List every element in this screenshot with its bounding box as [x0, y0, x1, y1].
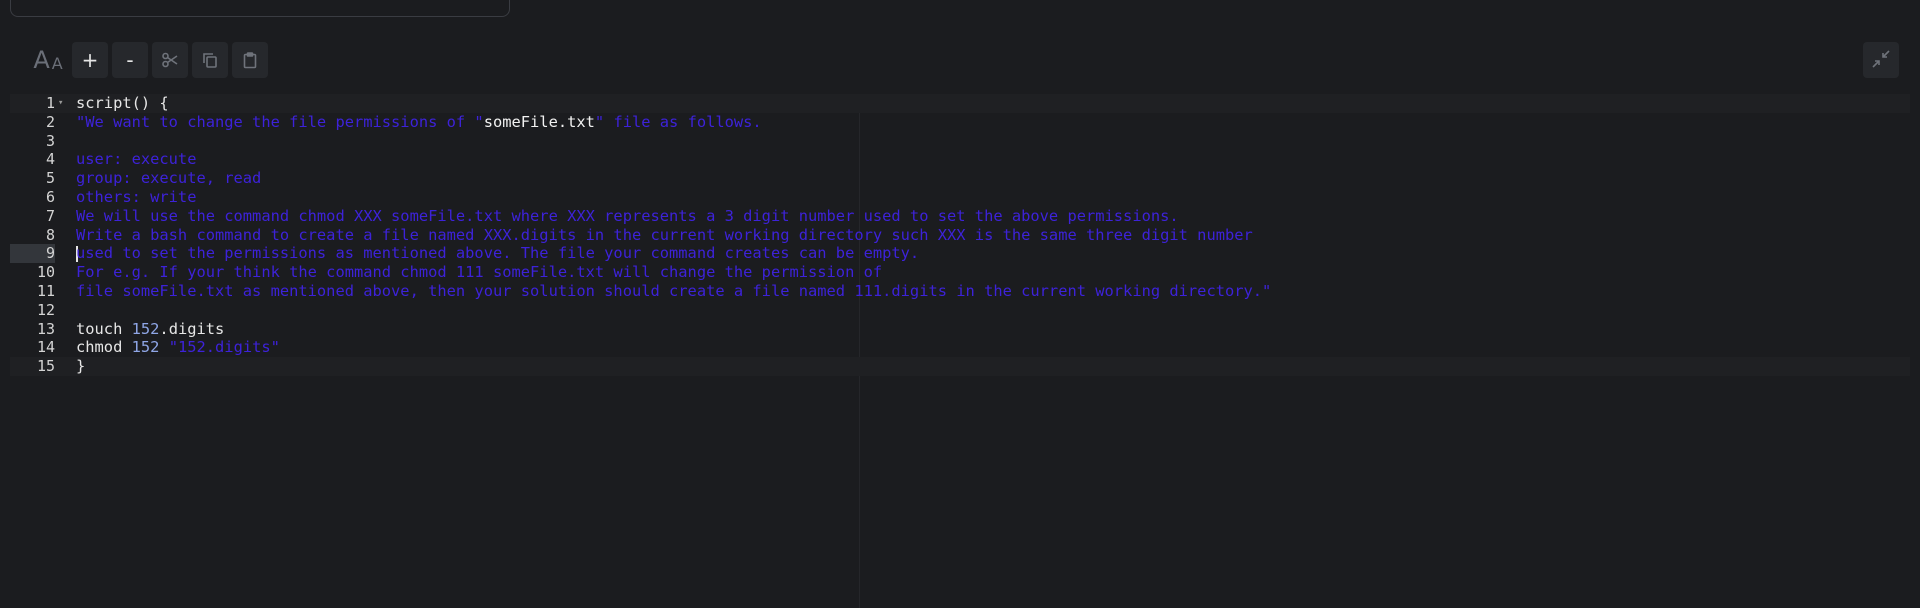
line-number: 14	[36, 338, 55, 357]
scissors-icon	[161, 51, 179, 69]
line-number: 9	[10, 244, 55, 264]
code-line[interactable]: 14 chmod 152 "152.digits"	[10, 338, 1910, 357]
line-number: 6	[45, 187, 55, 206]
code-token: 152	[131, 338, 160, 357]
code-text: touch 152.digits	[76, 320, 224, 339]
code-token: " file as follows.	[594, 112, 762, 131]
code-token: 152	[131, 319, 160, 338]
collapse-icon	[1870, 48, 1892, 73]
code-text: }	[76, 357, 85, 376]
paste-button[interactable]	[232, 42, 268, 78]
line-number: 2	[45, 112, 55, 131]
code-token: user: execute	[76, 150, 197, 169]
code-line[interactable]: 10 For e.g. If your think the command chm…	[10, 263, 1910, 282]
clipboard-icon	[241, 51, 259, 69]
code-text: used to set the permissions as mentioned…	[76, 244, 919, 263]
line-number: 5	[45, 169, 55, 188]
code-token: .digits	[159, 319, 225, 338]
code-line[interactable]: 13 touch 152.digits	[10, 320, 1910, 339]
line-number: 15	[36, 357, 55, 376]
line-number: 11	[36, 281, 55, 300]
code-text: "We want to change the file permissions …	[76, 113, 762, 132]
code-line[interactable]: 11 file someFile.txt as mentioned above, …	[10, 282, 1910, 301]
code-token: touch	[76, 319, 132, 338]
increase-font-button[interactable]: +	[72, 42, 108, 78]
line-number: 3	[45, 131, 55, 150]
line-number: 8	[45, 225, 55, 244]
code-text: Write a bash command to create a file na…	[76, 226, 1253, 245]
code-line[interactable]: 2 "We want to change the file permissions…	[10, 113, 1910, 132]
code-line[interactable]: 3	[10, 132, 1910, 151]
font-size-icon[interactable]: AA	[28, 42, 68, 78]
code-line[interactable]: 6 others: write	[10, 188, 1910, 207]
copy-button[interactable]	[192, 42, 228, 78]
decrease-font-button[interactable]: -	[112, 42, 148, 78]
code-token: others: write	[76, 187, 197, 206]
code-token: We will use the command chmod XXX someFi…	[76, 206, 1179, 225]
code-text: file someFile.txt as mentioned above, th…	[76, 282, 1271, 301]
code-token: }	[76, 357, 86, 376]
code-line[interactable]: 7 We will use the command chmod XXX someF…	[10, 207, 1910, 226]
code-lines: 1 ▾ script() { 2 "We want to change the file…	[10, 94, 1910, 376]
line-number: 1	[45, 94, 55, 112]
code-token: file someFile.txt as mentioned above, th…	[76, 281, 1272, 300]
code-line[interactable]: 1 ▾ script() {	[10, 94, 1910, 113]
code-token: Write a bash command to create a file na…	[76, 225, 1253, 244]
code-token: For e.g. If your think the command chmod…	[76, 263, 883, 282]
code-token: group: execute, read	[76, 169, 262, 188]
line-number: 7	[45, 206, 55, 225]
code-line[interactable]: 15}	[10, 357, 1910, 376]
line-number: 12	[36, 300, 55, 319]
code-line[interactable]: 5 group: execute, read	[10, 169, 1910, 188]
code-text: group: execute, read	[76, 169, 261, 188]
code-line[interactable]: 9 used to set the permissions as mentione…	[10, 244, 1910, 264]
code-text: chmod 152 "152.digits"	[76, 338, 280, 357]
editor-toolbar: AA + -	[28, 42, 268, 78]
code-text: For e.g. If your think the command chmod…	[76, 263, 882, 282]
line-number: 13	[36, 319, 55, 338]
code-text: We will use the command chmod XXX someFi…	[76, 207, 1179, 226]
code-line[interactable]: 8 Write a bash command to create a file n…	[10, 226, 1910, 245]
code-editor[interactable]: 1 ▾ script() { 2 "We want to change the file…	[10, 94, 1910, 608]
code-token: chmod	[76, 338, 132, 357]
code-token: someFile.txt	[483, 112, 595, 131]
code-token: "152.digits"	[168, 338, 280, 357]
fold-arrow-icon[interactable]: ▾	[58, 94, 63, 113]
cut-button[interactable]	[152, 42, 188, 78]
top-input-box[interactable]	[10, 0, 510, 17]
code-token: script() {	[76, 94, 169, 112]
collapse-button[interactable]	[1863, 42, 1899, 78]
code-token: used to set the permissions as mentioned…	[76, 244, 920, 263]
line-number: 4	[45, 150, 55, 169]
code-text: user: execute	[76, 150, 196, 169]
line-number: 10	[36, 263, 55, 282]
code-line[interactable]: 4 user: execute	[10, 150, 1910, 169]
code-text: script() {	[76, 94, 169, 113]
code-text: others: write	[76, 188, 196, 207]
code-token: "We want to change the file permissions …	[76, 112, 484, 131]
code-line[interactable]: 12	[10, 301, 1910, 320]
copy-icon	[201, 51, 219, 69]
